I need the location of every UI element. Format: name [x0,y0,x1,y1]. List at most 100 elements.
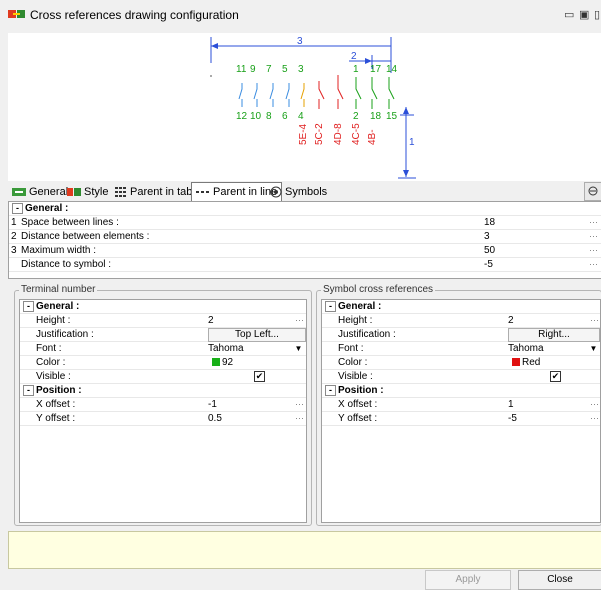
grid-row[interactable]: Height : 2 ··· [20,314,306,328]
symbol-reference: 5C-2 [314,123,325,145]
visible-label: Visible : [338,371,373,382]
grid-row[interactable]: Font : Tahoma ▼ [20,342,306,356]
height-value[interactable]: 2 [208,314,214,327]
group-legend: Terminal number [19,284,98,295]
grid-row[interactable]: 1 Space between lines : 18 ··· [9,216,601,230]
symbol-cross-references-group: Symbol cross references - General : Heig… [316,284,601,526]
justification-button[interactable]: Right... [508,328,600,342]
collapse-icon[interactable]: - [325,385,336,396]
grid-row[interactable]: X offset : -1 ··· [20,398,306,412]
ellipsis-icon[interactable]: ··· [590,314,599,327]
distance-between-elements-label: Distance between elements : [21,231,150,242]
font-select[interactable]: Tahoma [208,342,244,355]
grid-row[interactable]: Height : 2 ··· [322,314,600,328]
collapse-icon[interactable]: - [325,301,336,312]
color-value[interactable]: 92 [212,356,233,369]
grid-row[interactable]: Justification : Top Left... [20,328,306,342]
y-offset-value[interactable]: -5 [508,412,517,425]
color-label: Color : [36,357,66,368]
tab-symbols[interactable]: Symbols [270,184,327,200]
visible-label: Visible : [36,371,71,382]
x-offset-value[interactable]: 1 [508,398,514,411]
top-number: 1 [353,64,359,75]
grid-row[interactable]: Color : 92 [20,356,306,370]
group-legend: Symbol cross references [321,284,436,295]
grid-row[interactable]: Visible : ✔ [20,370,306,384]
justification-label: Justification : [338,329,396,340]
bottom-number: 8 [266,111,272,122]
space-between-lines-label: Space between lines : [21,217,119,228]
ellipsis-icon[interactable]: ··· [589,230,598,243]
tab-general[interactable]: General [12,184,68,200]
height-value[interactable]: 2 [508,314,514,327]
row-number: 2 [11,231,17,242]
contact-symbol [238,83,243,107]
grid-row[interactable]: Y offset : -5 ··· [322,412,600,426]
ellipsis-icon[interactable]: ··· [589,216,598,229]
visible-checkbox[interactable]: ✔ [254,371,265,382]
ellipsis-icon[interactable]: ··· [589,258,598,271]
font-label: Font : [338,343,364,354]
grid-row[interactable]: 2 Distance between elements : 3 ··· [9,230,601,244]
tab-parent-in-table[interactable]: Parent in table [115,184,201,200]
maximum-width-value[interactable]: 50 [484,244,495,257]
maximize-icon[interactable]: ▣ [579,8,589,21]
height-label: Height : [338,315,373,326]
justification-button[interactable]: Top Left... [208,328,306,342]
space-between-lines-value[interactable]: 18 [484,216,495,229]
minimize-icon[interactable]: ▭ [564,8,574,21]
x-offset-value[interactable]: -1 [208,398,217,411]
grid-row[interactable]: Font : Tahoma ▼ [322,342,600,356]
visible-checkbox[interactable]: ✔ [550,371,561,382]
general-icon [12,188,26,197]
grid-row[interactable]: Visible : ✔ [322,370,600,384]
grid-row[interactable]: X offset : 1 ··· [322,398,600,412]
grid-row[interactable]: Distance to symbol : -5 ··· [9,258,601,272]
font-select[interactable]: Tahoma [508,342,544,355]
top-number: 7 [266,64,272,75]
bottom-number: 6 [282,111,288,122]
group-label: General : [338,301,382,312]
contact-symbol [269,83,274,107]
maximum-width-label: Maximum width : [21,245,97,256]
table-icon [115,187,126,198]
tab-parent-in-line[interactable]: Parent in line [191,182,283,202]
collapse-icon[interactable]: - [12,203,23,214]
distance-between-elements-value[interactable]: 3 [484,230,490,243]
grid-row[interactable]: Y offset : 0.5 ··· [20,412,306,426]
grid-row[interactable]: 3 Maximum width : 50 ··· [9,244,601,258]
dim-3-label: 3 [297,36,303,47]
grid-row[interactable]: Justification : Right... [322,328,600,342]
symbol-reference: 4C-5 [351,123,362,145]
ellipsis-icon[interactable]: ··· [590,398,599,411]
y-offset-value[interactable]: 0.5 [208,412,222,425]
chevron-down-icon[interactable]: ▼ [589,343,598,354]
close-icon[interactable]: ▯ [594,8,600,21]
color-value[interactable]: Red [512,356,540,369]
zoom-icon [588,186,598,196]
apply-button[interactable]: Apply [425,570,511,590]
group-label: Position : [36,385,82,396]
grid-group-header: - Position : [20,384,306,398]
ellipsis-icon[interactable]: ··· [295,314,304,327]
tab-style[interactable]: Style [67,184,108,200]
zoom-button[interactable] [584,182,601,201]
ellipsis-icon[interactable]: ··· [590,412,599,425]
ellipsis-icon[interactable]: ··· [295,412,304,425]
color-name: Red [522,357,541,368]
top-number: 9 [250,64,256,75]
contact-symbol [318,81,325,109]
chevron-down-icon[interactable]: ▼ [294,343,303,354]
x-offset-label: X offset : [36,399,76,410]
distance-to-symbol-value[interactable]: -5 [484,258,493,271]
ellipsis-icon[interactable]: ··· [589,244,598,257]
collapse-icon[interactable]: - [23,385,34,396]
row-number: 3 [11,245,17,256]
app-icon [8,10,25,18]
collapse-icon[interactable]: - [23,301,34,312]
ellipsis-icon[interactable]: ··· [295,398,304,411]
close-button[interactable]: Close [518,570,601,590]
window-title: Cross references drawing configuration [30,8,239,22]
terminal-property-grid: - General : Height : 2 ··· Justification… [19,299,307,523]
grid-row[interactable]: Color : Red [322,356,600,370]
